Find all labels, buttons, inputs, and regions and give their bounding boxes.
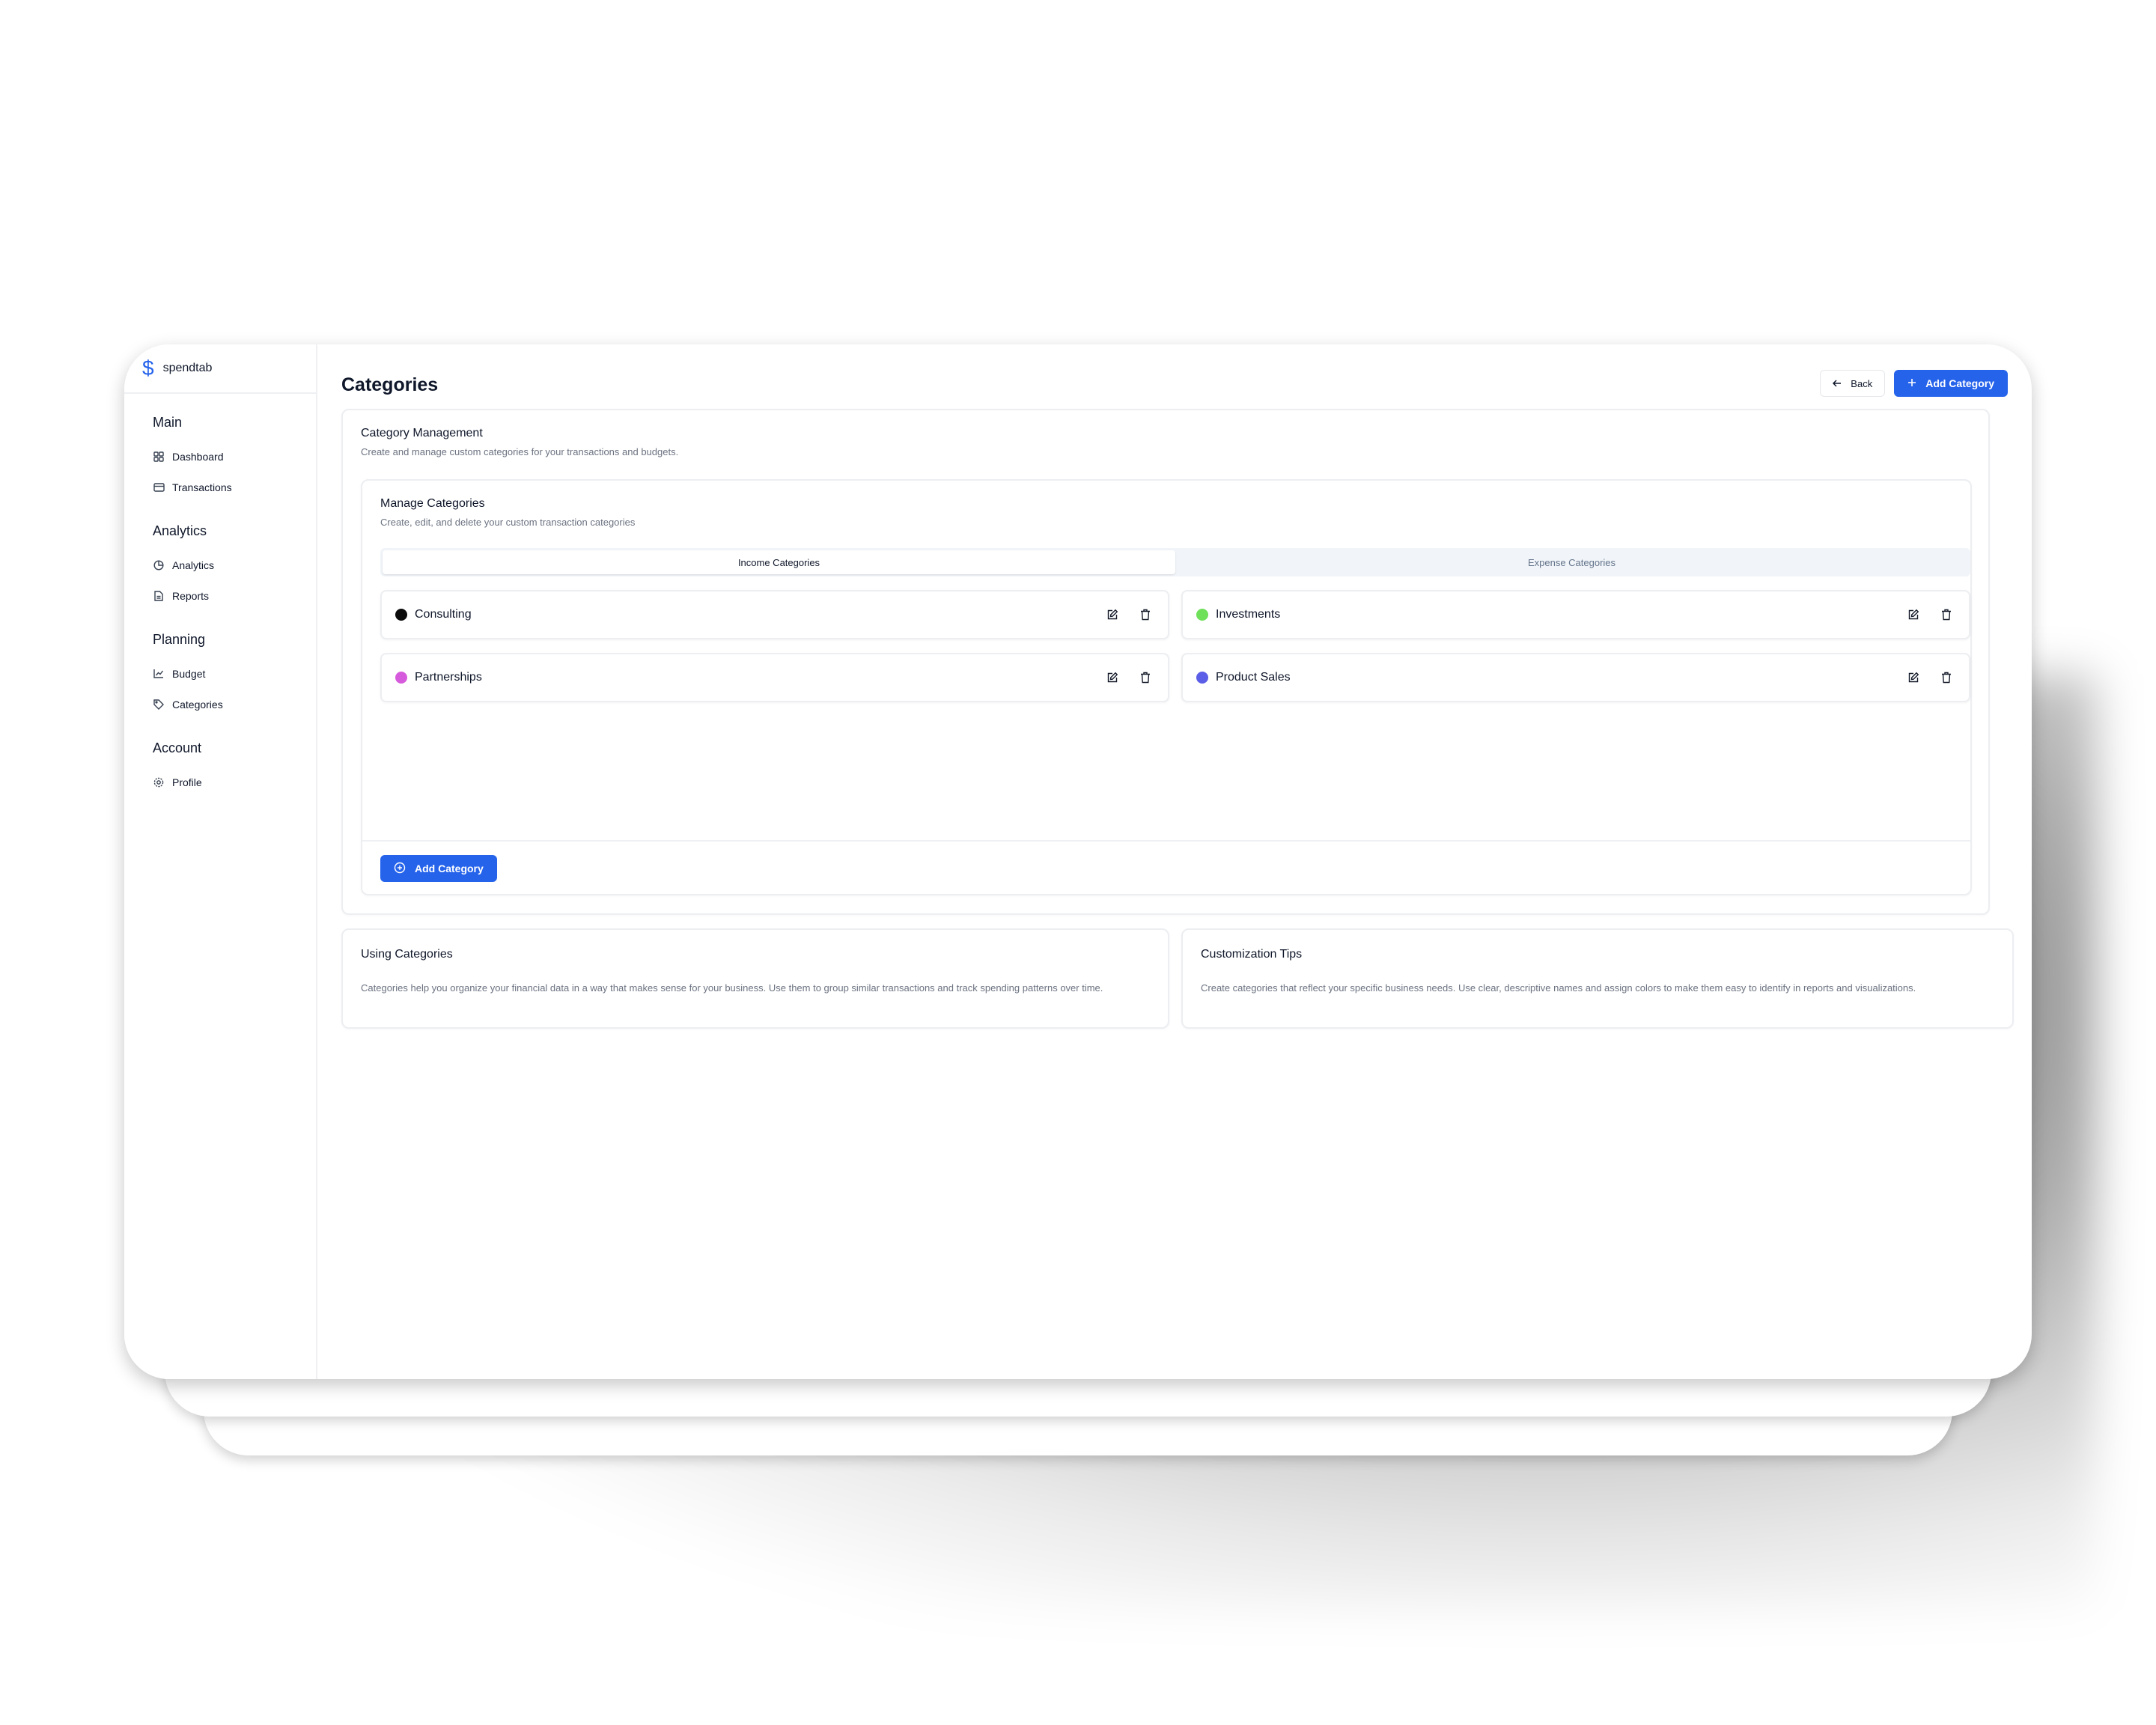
- pie-chart-icon: [153, 559, 165, 571]
- tag-icon: [153, 699, 165, 711]
- tab-income-categories[interactable]: Income Categories: [383, 550, 1175, 574]
- sidebar-item-budget[interactable]: Budget: [153, 658, 316, 689]
- trash-icon[interactable]: [1937, 606, 1955, 624]
- nav-section-account: Account Profile: [124, 740, 316, 797]
- card-body: Categories help you organize your financ…: [361, 982, 1103, 994]
- card-title: Customization Tips: [1201, 948, 1303, 961]
- card-title: Using Categories: [361, 948, 453, 961]
- sidebar-item-label: Analytics: [172, 559, 215, 571]
- using-categories-card: Using Categories Categories help you org…: [341, 928, 1169, 1029]
- trash-icon[interactable]: [1136, 606, 1154, 624]
- grid-icon: [153, 451, 165, 463]
- edit-icon[interactable]: [1904, 606, 1922, 624]
- category-item: Product Sales: [1181, 653, 1970, 702]
- nav-section-title: Account: [153, 740, 202, 755]
- add-category-button[interactable]: Add Category: [1894, 370, 2008, 397]
- nav-section-analytics: Analytics Analytics Reports: [124, 523, 316, 611]
- add-category-button-label: Add Category: [1925, 377, 1994, 389]
- brand[interactable]: $ spendtab: [124, 344, 316, 394]
- card-body: Create categories that reflect your spec…: [1201, 982, 1916, 994]
- main-content: Categories Back Add Category Category Ma…: [317, 344, 2032, 1379]
- credit-card-icon: [153, 481, 165, 493]
- sidebar-item-analytics[interactable]: Analytics: [153, 550, 316, 580]
- page-title: Categories: [341, 374, 439, 395]
- customization-tips-card: Customization Tips Create categories tha…: [1181, 928, 2014, 1029]
- category-item: Partnerships: [380, 653, 1169, 702]
- arrow-left-icon: [1833, 378, 1842, 389]
- category-item: Consulting: [380, 590, 1169, 639]
- sidebar-item-profile[interactable]: Profile: [153, 767, 316, 797]
- tab-expense-categories[interactable]: Expense Categories: [1175, 550, 1968, 574]
- sidebar-item-categories[interactable]: Categories: [153, 689, 316, 719]
- category-item: Investments: [1181, 590, 1970, 639]
- line-chart-icon: [153, 668, 165, 680]
- app-window: $ spendtab Main Dashboard Transactions A…: [124, 344, 2032, 1379]
- card-header: Manage Categories Create, edit, and dele…: [380, 497, 635, 528]
- add-category-footer-button[interactable]: Add Category: [380, 855, 497, 882]
- card-title: Category Management: [361, 427, 483, 439]
- category-management-card: Category Management Create and manage cu…: [341, 409, 1990, 915]
- sidebar-item-label: Profile: [172, 776, 202, 788]
- sidebar-item-label: Transactions: [172, 481, 232, 493]
- category-color-dot: [395, 672, 407, 684]
- sidebar-item-dashboard[interactable]: Dashboard: [153, 441, 316, 472]
- edit-icon[interactable]: [1904, 669, 1922, 687]
- nav-section-main: Main Dashboard Transactions: [124, 415, 316, 502]
- nav-section-planning: Planning Budget Categories: [124, 632, 316, 719]
- app-name: spendtab: [162, 362, 213, 374]
- sidebar: $ spendtab Main Dashboard Transactions A…: [124, 344, 317, 1379]
- category-name: Product Sales: [1216, 671, 1291, 684]
- sidebar-item-label: Reports: [172, 589, 210, 602]
- category-color-dot: [1196, 672, 1208, 684]
- category-name: Consulting: [415, 608, 472, 621]
- edit-icon[interactable]: [1103, 669, 1121, 687]
- sidebar-item-label: Budget: [172, 667, 206, 680]
- card-subtitle: Create and manage custom categories for …: [361, 446, 679, 457]
- nav-section-title: Main: [153, 415, 183, 430]
- sidebar-item-label: Dashboard: [172, 450, 224, 463]
- header-actions: Back Add Category: [1820, 370, 2008, 397]
- category-color-dot: [1196, 609, 1208, 621]
- edit-icon[interactable]: [1103, 606, 1121, 624]
- category-name: Investments: [1216, 608, 1281, 621]
- card-header: Category Management Create and manage cu…: [361, 427, 678, 457]
- sidebar-item-label: Categories: [172, 698, 223, 711]
- category-color-dot: [395, 609, 407, 621]
- card-title: Manage Categories: [380, 497, 485, 510]
- category-name: Partnerships: [415, 671, 482, 684]
- card-subtitle: Create, edit, and delete your custom tra…: [380, 517, 636, 528]
- category-type-tabs: Income Categories Expense Categories: [380, 548, 1970, 576]
- nav-section-title: Planning: [153, 632, 206, 647]
- settings-icon: [153, 776, 165, 788]
- plus-circle-icon: [394, 862, 406, 876]
- back-button-label: Back: [1851, 377, 1873, 389]
- add-category-button-label: Add Category: [415, 862, 484, 874]
- trash-icon[interactable]: [1136, 669, 1154, 687]
- file-text-icon: [153, 590, 165, 602]
- card-footer: Add Category: [362, 840, 1970, 894]
- sidebar-item-reports[interactable]: Reports: [153, 580, 316, 611]
- dollar-icon: $: [142, 356, 154, 380]
- nav-section-title: Analytics: [153, 523, 207, 538]
- back-button[interactable]: Back: [1820, 370, 1886, 397]
- sidebar-item-transactions[interactable]: Transactions: [153, 472, 316, 502]
- manage-categories-card: Manage Categories Create, edit, and dele…: [361, 479, 1972, 895]
- trash-icon[interactable]: [1937, 669, 1955, 687]
- plus-icon: [1907, 377, 1916, 389]
